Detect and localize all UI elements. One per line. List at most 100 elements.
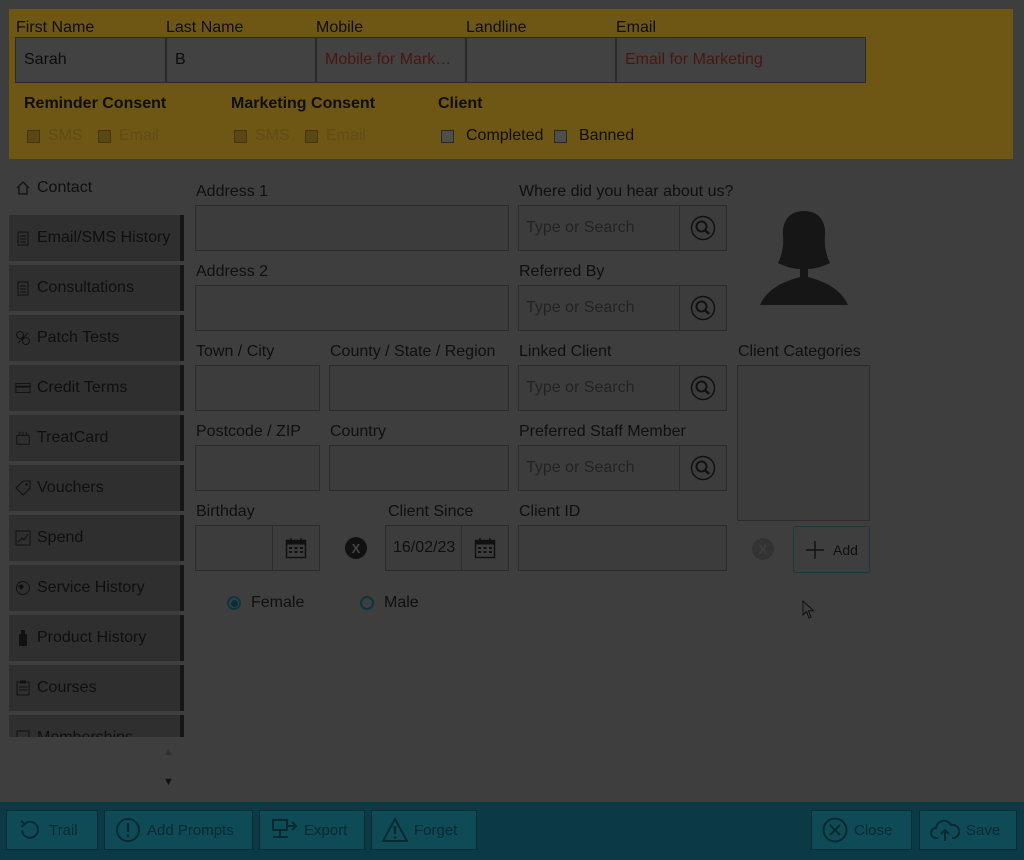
sidebar-item-treatcard[interactable]: TreatCard [9,415,184,461]
sidebar-item-service-history[interactable]: Service History [9,565,184,611]
marketing-email-checkbox[interactable]: Email [305,127,366,145]
checkbox-label: SMS [255,127,290,144]
radio-selected[interactable] [227,596,241,610]
bottle-icon [15,630,31,646]
sidebar-item-contact[interactable]: Contact [9,165,184,211]
sidebar-item-label: Product History [37,629,147,646]
address2-input[interactable] [195,285,509,331]
sidebar-nav: Contact Email/SMS History Consultations … [9,165,185,737]
calendar-icon[interactable] [272,526,319,570]
sidebar-item-patch-tests[interactable]: Patch Tests [9,315,184,361]
sidebar-item-spend[interactable]: Spend [9,515,184,561]
sidebar-item-courses[interactable]: Courses [9,665,184,711]
postcode-label: Postcode / ZIP [196,423,301,440]
trail-button[interactable]: Trail [6,810,98,850]
linked-client-label: Linked Client [519,343,612,360]
gender-male-radio[interactable]: Male [360,594,419,612]
clipboard-icon [15,680,31,696]
mobile-field[interactable]: Mobile for Market... [316,37,466,83]
sidebar-item-label: Memberships [37,729,133,737]
calendar-icon[interactable] [461,526,508,570]
landline-field[interactable] [466,37,616,83]
birthday-value [196,526,272,570]
plus-icon [806,540,825,559]
referred-by-label: Referred By [519,263,605,280]
checkbox-box[interactable] [234,129,247,143]
clear-category-icon[interactable]: X [752,538,774,560]
sidebar-item-memberships[interactable]: Memberships [9,715,184,737]
patch-icon [15,330,31,346]
country-input[interactable] [329,445,509,491]
gender-female-radio[interactable]: Female [227,594,304,612]
checkbox-label: Email [326,127,367,144]
hear-about-search[interactable]: Type or Search [518,205,727,251]
client-photo-avatar[interactable] [752,205,856,309]
sidebar-item-email-sms-history[interactable]: Email/SMS History [9,215,184,261]
warning-triangle-icon [382,817,408,842]
card-icon [15,730,31,737]
home-icon [15,180,31,196]
marketing-consent-title: Marketing Consent [231,95,376,112]
sidebar-item-label: Vouchers [37,479,104,496]
checkbox-box[interactable] [441,129,454,143]
forget-button[interactable]: Forget [371,810,477,850]
client-id-input[interactable] [518,525,727,571]
linked-client-search[interactable]: Type or Search [518,365,727,411]
export-button[interactable]: Export [259,810,365,850]
add-category-button[interactable]: Add [793,526,870,573]
sidebar-item-credit-terms[interactable]: Credit Terms [9,365,184,411]
forget-label: Forget [414,821,458,839]
credit-card-icon [15,380,31,396]
search-icon[interactable] [679,286,726,330]
reminder-sms-checkbox[interactable]: SMS [27,127,83,145]
checkbox-label: Email [119,127,160,144]
add-prompts-button[interactable]: Add Prompts [104,810,253,850]
close-button[interactable]: Close [811,810,912,850]
female-silhouette-icon [760,211,848,305]
checkbox-label: Completed [466,127,544,144]
sidebar-item-vouchers[interactable]: Vouchers [9,465,184,511]
country-label: Country [330,423,387,440]
marketing-sms-checkbox[interactable]: SMS [234,127,290,145]
scroll-up-arrow-icon[interactable]: ▲ [163,746,174,758]
county-label: County / State / Region [330,343,496,360]
radio-unselected[interactable] [360,596,374,610]
first-name-label: First Name [16,19,95,36]
search-placeholder: Type or Search [526,459,635,476]
checkbox-box[interactable] [305,129,318,143]
sidebar-item-consultations[interactable]: Consultations [9,265,184,311]
sidebar-item-label: Spend [37,529,84,546]
banned-checkbox[interactable]: Banned [554,127,634,145]
postcode-input[interactable] [195,445,320,491]
clear-birthday-icon[interactable]: X [345,537,367,559]
mouse-cursor-icon [802,600,815,619]
completed-checkbox[interactable]: Completed [441,127,543,145]
birthday-date-picker[interactable] [195,525,320,571]
alert-circle-icon [116,818,140,842]
checkbox-box[interactable] [98,129,111,143]
address1-input[interactable] [195,205,509,251]
trail-label: Trail [49,821,78,839]
save-button[interactable]: Save [919,810,1017,850]
search-icon[interactable] [679,446,726,490]
search-icon[interactable] [679,366,726,410]
preferred-staff-search[interactable]: Type or Search [518,445,727,491]
checkbox-box[interactable] [27,129,40,143]
checkbox-label: SMS [48,127,83,144]
female-label: Female [251,594,305,611]
county-input[interactable] [329,365,509,411]
client-since-date-picker[interactable]: 16/02/23 [385,525,509,571]
referred-by-search[interactable]: Type or Search [518,285,727,331]
last-name-field[interactable]: B [166,37,316,83]
search-placeholder: Type or Search [526,299,635,316]
sidebar-item-product-history[interactable]: Product History [9,615,184,661]
town-input[interactable] [195,365,320,411]
reminder-email-checkbox[interactable]: Email [98,127,159,145]
close-label: Close [854,821,893,839]
first-name-field[interactable]: Sarah [15,37,166,83]
search-icon[interactable] [679,206,726,250]
checkbox-box[interactable] [554,129,567,143]
client-categories-list[interactable] [737,365,870,521]
scroll-down-arrow-icon[interactable]: ▼ [163,776,174,788]
email-field[interactable]: Email for Marketing [616,37,866,83]
